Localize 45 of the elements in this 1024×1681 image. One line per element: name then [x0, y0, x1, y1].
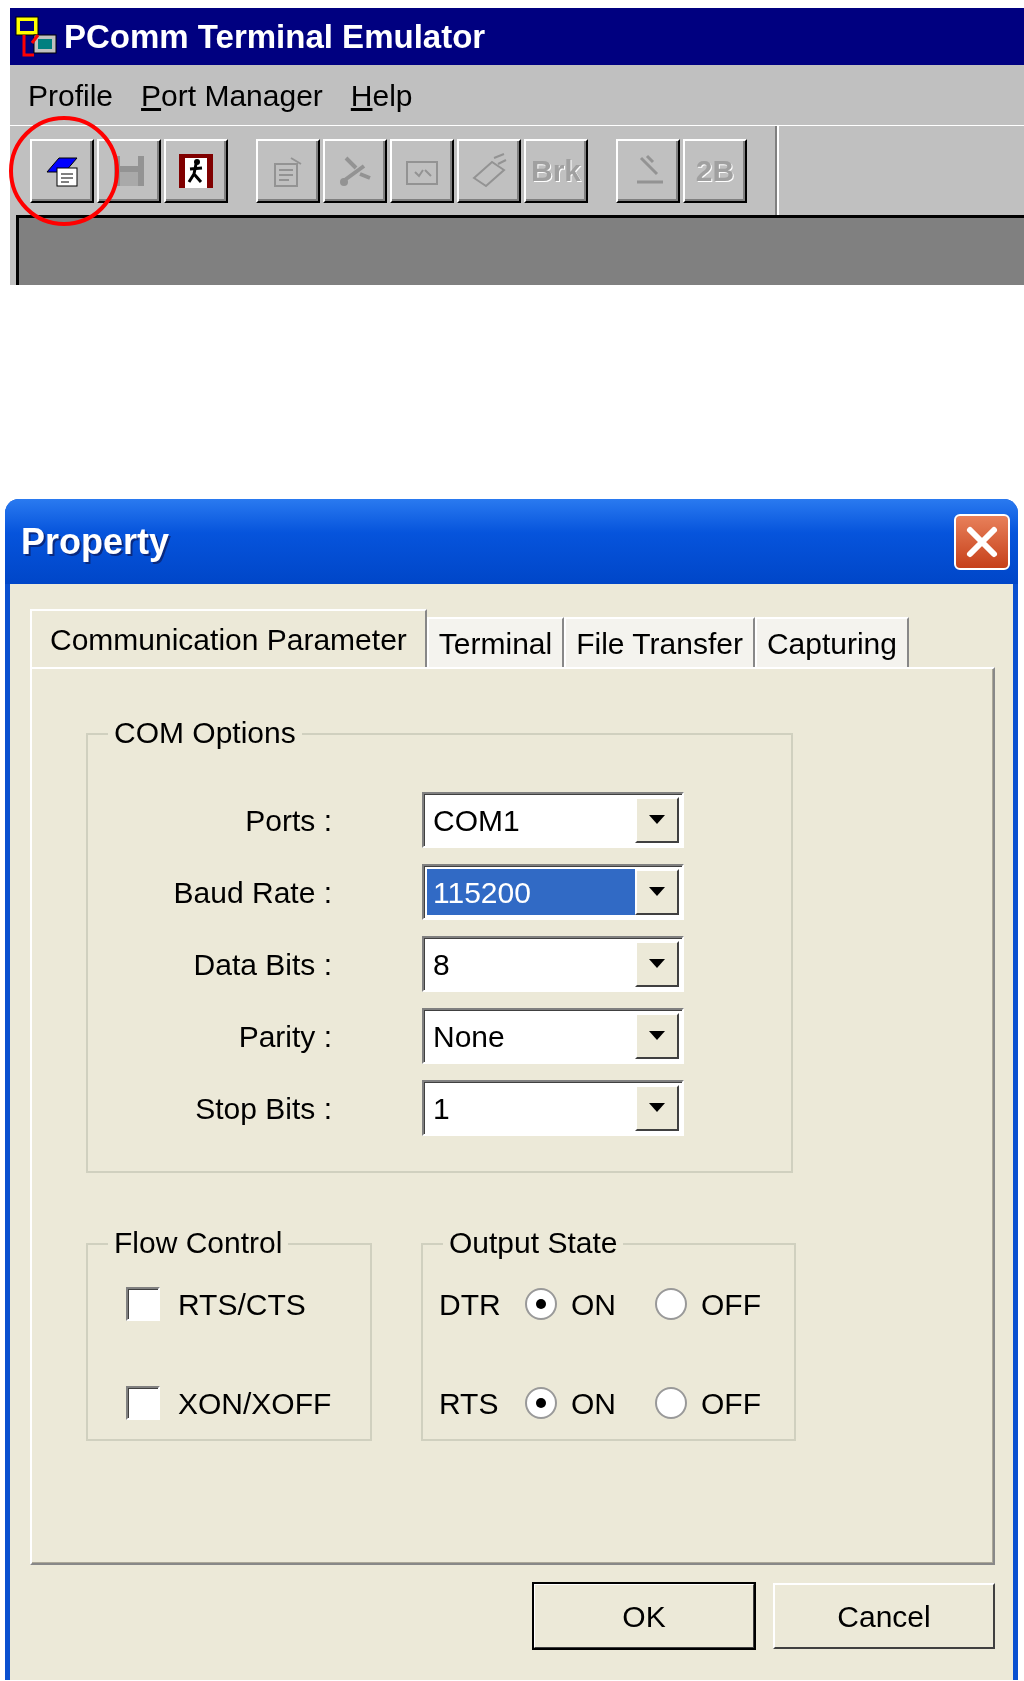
radio-label: OFF [701, 1385, 761, 1422]
dropdown-arrow-icon [649, 887, 665, 897]
dropdown-arrow-icon [649, 959, 665, 969]
dialog-title: Property [21, 519, 170, 564]
checkbox-label: XON/XOFF [178, 1385, 332, 1422]
field-label: Data Bits : [192, 946, 332, 983]
tab[interactable]: Terminal [426, 617, 565, 667]
tab[interactable]: File Transfer [564, 617, 755, 667]
dropdown-field[interactable]: 1 [422, 1080, 684, 1136]
tab[interactable]: Capturing [754, 617, 909, 667]
field-label: Stop Bits : [194, 1090, 332, 1127]
radio-button[interactable] [655, 1288, 687, 1320]
dropdown-field[interactable]: 115200 [422, 864, 684, 920]
radio-button[interactable] [655, 1387, 687, 1419]
signal-label: DTR [439, 1286, 502, 1323]
checkbox-label: RTS/CTS [178, 1286, 306, 1323]
radio-label: ON [571, 1286, 616, 1323]
toolbar-button[interactable] [164, 138, 228, 203]
radio-button[interactable] [525, 1288, 557, 1320]
field-label: Parity : [237, 1018, 332, 1055]
close-icon [965, 524, 999, 559]
signal-label: RTS [439, 1385, 500, 1422]
dropdown-arrow-icon [649, 1103, 665, 1113]
dropdown-arrow-icon [649, 815, 665, 825]
dialog-button[interactable]: Cancel [773, 1583, 995, 1649]
close-button[interactable] [954, 513, 1010, 570]
menu-item[interactable]: Port Manager [141, 72, 323, 118]
menu-item[interactable]: Profile [28, 72, 114, 118]
tab[interactable]: Communication Parameter [30, 609, 427, 667]
radio-button[interactable] [525, 1387, 557, 1419]
app-icon [14, 14, 58, 59]
dropdown-field[interactable]: COM1 [422, 792, 684, 848]
field-label: Ports : [244, 802, 332, 839]
radio-label: ON [571, 1385, 616, 1422]
radio-label: OFF [701, 1286, 761, 1323]
field-label: Baud Rate : [172, 874, 332, 911]
window-title: PComm Terminal Emulator [64, 16, 486, 57]
checkbox[interactable] [126, 1386, 160, 1420]
menu-item[interactable]: Help [350, 72, 413, 118]
toolbar-button[interactable] [30, 138, 94, 203]
dialog-button[interactable]: OK [533, 1583, 755, 1649]
dropdown-arrow-icon [649, 1031, 665, 1041]
dropdown-field[interactable]: 8 [422, 936, 684, 992]
checkbox[interactable] [126, 1287, 160, 1321]
dropdown-field[interactable]: None [422, 1008, 684, 1064]
